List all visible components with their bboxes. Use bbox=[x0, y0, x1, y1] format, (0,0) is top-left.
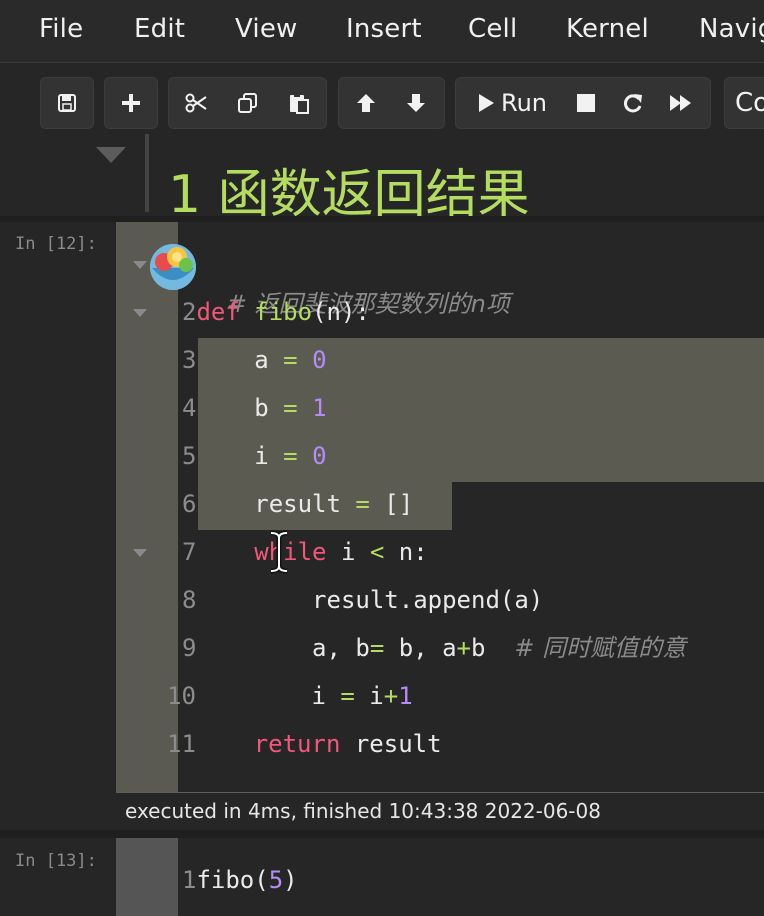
code-line: 9 a, b= b, a+b # 同时赋值的意 bbox=[182, 634, 687, 662]
fold-icon[interactable] bbox=[133, 309, 147, 317]
cell-type-label: Co bbox=[735, 88, 764, 118]
cut-button[interactable] bbox=[171, 78, 221, 128]
line-number: 2 bbox=[182, 298, 197, 326]
menu-view[interactable]: View bbox=[235, 14, 298, 44]
fast-forward-icon bbox=[669, 93, 693, 113]
move-up-button[interactable] bbox=[341, 78, 391, 128]
toolbar: Run Co bbox=[0, 70, 764, 134]
avatar bbox=[150, 244, 196, 290]
menu-navigate[interactable]: Navig bbox=[699, 14, 764, 44]
menu-file[interactable]: File bbox=[39, 14, 83, 44]
menu-kernel[interactable]: Kernel bbox=[566, 14, 649, 44]
move-down-button[interactable] bbox=[391, 78, 441, 128]
text-cursor-icon bbox=[268, 530, 290, 578]
save-group bbox=[40, 77, 94, 129]
arrow-up-icon bbox=[355, 92, 377, 114]
code-line: 10 i = i+1 bbox=[167, 682, 413, 710]
fold-icon[interactable] bbox=[133, 549, 147, 557]
insert-cell-button[interactable] bbox=[105, 78, 157, 128]
line-number: 6 bbox=[182, 490, 197, 518]
line-number: 4 bbox=[182, 394, 197, 422]
restart-button[interactable] bbox=[610, 78, 656, 128]
heading-cell-border bbox=[145, 134, 149, 212]
cell-type-select[interactable]: Co bbox=[724, 77, 764, 129]
paste-icon bbox=[288, 92, 310, 114]
line-number: 1 bbox=[182, 866, 197, 894]
copy-icon bbox=[237, 92, 259, 114]
code-line: 4 b = 1 bbox=[182, 394, 327, 422]
copy-button[interactable] bbox=[223, 78, 273, 128]
menu-insert[interactable]: Insert bbox=[346, 14, 422, 44]
menu-cell[interactable]: Cell bbox=[468, 14, 517, 44]
insert-group bbox=[104, 77, 158, 129]
restart-icon bbox=[622, 92, 644, 114]
line-number: 7 bbox=[182, 538, 197, 566]
line-gutter bbox=[116, 838, 178, 916]
line-number: 8 bbox=[182, 586, 197, 614]
run-all-button[interactable] bbox=[658, 78, 704, 128]
code-line: 6 result = [] bbox=[182, 490, 414, 518]
plus-icon bbox=[121, 93, 141, 113]
stop-button[interactable] bbox=[564, 78, 608, 128]
code-line: 8 result.append(a) bbox=[182, 586, 544, 614]
move-group bbox=[338, 77, 445, 129]
line-number: 11 bbox=[167, 730, 196, 758]
collapse-heading-icon[interactable] bbox=[96, 147, 126, 163]
markdown-heading-cell[interactable]: 1 函数返回结果 bbox=[0, 134, 764, 225]
menu-edit[interactable]: Edit bbox=[134, 14, 185, 44]
fold-icon[interactable] bbox=[133, 261, 147, 269]
cell-divider bbox=[0, 830, 764, 838]
paste-button[interactable] bbox=[274, 78, 324, 128]
code-line: # 返回斐波那契数列的n项 bbox=[198, 244, 510, 318]
stop-icon bbox=[577, 94, 595, 112]
code-line: 5 i = 0 bbox=[182, 442, 327, 470]
save-button[interactable] bbox=[41, 78, 93, 128]
code-line: 1fibo(5) bbox=[182, 866, 298, 894]
code-line: 3 a = 0 bbox=[182, 346, 327, 374]
menu-bar: File Edit View Insert Cell Kernel Navig bbox=[0, 0, 764, 63]
run-button[interactable]: Run bbox=[466, 78, 558, 128]
run-group: Run bbox=[455, 77, 711, 129]
scissors-icon bbox=[185, 92, 207, 114]
code-line: 2def fibo(n): bbox=[182, 298, 370, 326]
code-line: 7 while i < n: bbox=[182, 538, 428, 566]
code-line: 11 return result bbox=[167, 730, 442, 758]
execution-status: executed in 4ms, finished 10:43:38 2022-… bbox=[125, 799, 601, 823]
line-number: 10 bbox=[167, 682, 196, 710]
save-icon bbox=[57, 93, 77, 113]
run-icon bbox=[477, 93, 495, 113]
run-label: Run bbox=[500, 89, 548, 117]
cell-prompt: In [12]: bbox=[15, 234, 97, 254]
line-number: 3 bbox=[182, 346, 197, 374]
arrow-down-icon bbox=[405, 92, 427, 114]
line-number: 5 bbox=[182, 442, 197, 470]
line-number: 9 bbox=[182, 634, 197, 662]
execution-status-bar: executed in 4ms, finished 10:43:38 2022-… bbox=[116, 792, 764, 829]
edit-group bbox=[168, 77, 327, 129]
cell-prompt: In [13]: bbox=[15, 851, 97, 871]
